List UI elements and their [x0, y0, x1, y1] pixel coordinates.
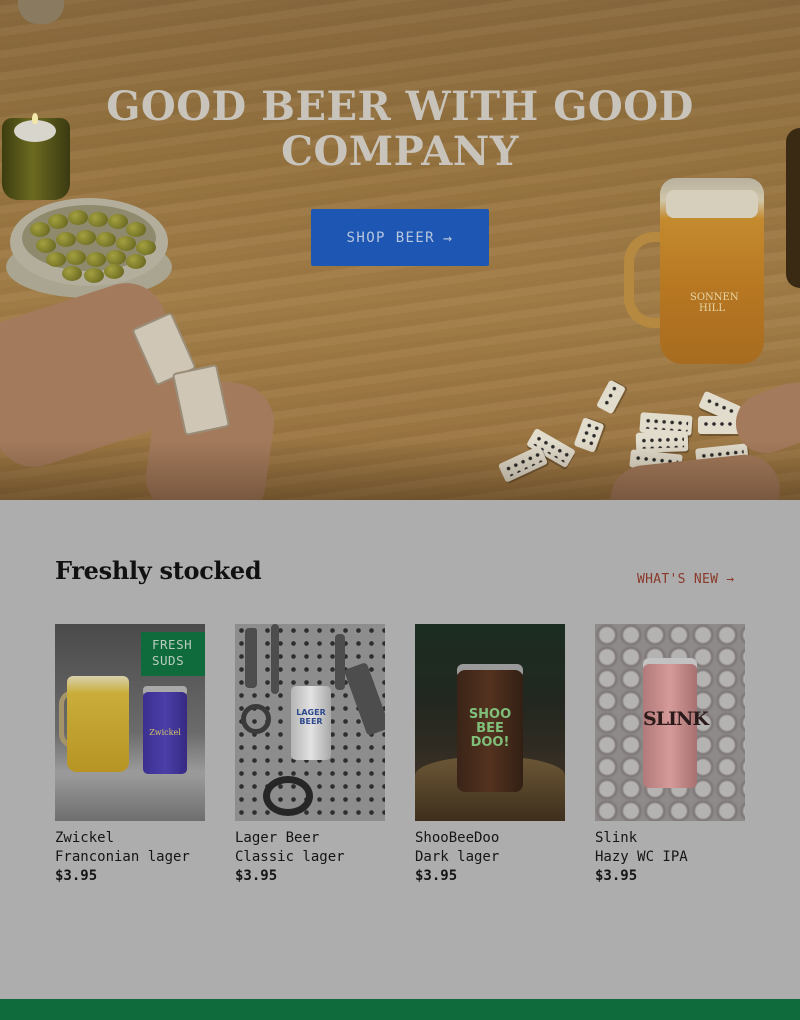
tool: [271, 624, 279, 694]
olive: [48, 214, 68, 229]
product-card-shoobeedoo[interactable]: SHOO BEE DOO! ShooBeeDoo Dark lager $3.9…: [415, 624, 565, 885]
tool: [241, 704, 271, 734]
product-image[interactable]: SLINK: [595, 624, 745, 821]
product-price: $3.95: [595, 868, 638, 884]
olive: [108, 214, 128, 229]
whats-new-link[interactable]: WHAT'S NEW →: [637, 572, 734, 587]
olive: [84, 268, 104, 283]
product-card-lager-beer[interactable]: LAGER BEER Lager Beer Classic lager $3.9…: [235, 624, 385, 885]
olive: [136, 240, 156, 255]
arrow-right-icon: →: [443, 228, 454, 247]
tool: [335, 634, 345, 690]
olive: [30, 222, 50, 237]
product-style: Classic lager: [235, 849, 345, 865]
beer-mug-logo: SONNEN HILL: [690, 292, 739, 314]
olive: [76, 230, 96, 245]
olive: [56, 232, 76, 247]
olive: [96, 232, 116, 247]
product-style: Hazy WC IPA: [595, 849, 688, 865]
olive: [116, 236, 136, 251]
counter: [55, 774, 205, 821]
product-name[interactable]: Zwickel: [55, 829, 205, 848]
product-image[interactable]: Zwickel FRESH SUDS: [55, 624, 205, 821]
hero-title: GOOD BEER WITH GOOD COMPANY: [106, 83, 694, 175]
product-name[interactable]: ShooBeeDoo: [415, 829, 565, 848]
product-style: Dark lager: [415, 849, 500, 865]
product-card-zwickel[interactable]: Zwickel FRESH SUDS Zwickel Franconian la…: [55, 624, 205, 885]
olive: [62, 266, 82, 281]
fresh-suds-badge: FRESH SUDS: [141, 632, 205, 676]
product-price: $3.95: [415, 868, 458, 884]
whats-new-label: WHAT'S NEW: [637, 572, 719, 587]
olive: [104, 264, 124, 279]
olive: [106, 250, 126, 265]
hero-banner: SONNEN HILL GOOD BEER WITH GOOD COMPANY …: [0, 0, 800, 500]
product-name[interactable]: Slink: [595, 829, 745, 848]
shop-beer-button-label: SHOP BEER: [346, 229, 436, 246]
product-style: Franconian lager: [55, 849, 190, 865]
can-label: Zwickel: [149, 728, 181, 737]
hero-bottom-shadow: [0, 440, 800, 500]
product-price: $3.95: [235, 868, 278, 884]
olive: [88, 212, 108, 227]
product-image[interactable]: LAGER BEER: [235, 624, 385, 821]
olive: [86, 252, 106, 267]
can-label: LAGER BEER: [296, 708, 326, 726]
coil: [263, 776, 313, 816]
candle-flame: [32, 113, 38, 124]
product-price: $3.95: [55, 868, 98, 884]
olive: [36, 238, 56, 253]
arrow-right-icon: →: [726, 572, 735, 587]
olive: [66, 250, 86, 265]
can-label: SHOO BEE DOO!: [468, 707, 512, 750]
can-label: SLINK: [643, 708, 709, 730]
product-image[interactable]: SHOO BEE DOO!: [415, 624, 565, 821]
beer-glass: [67, 676, 129, 772]
footer-bar: [0, 999, 800, 1020]
tool: [343, 662, 385, 736]
olive: [68, 210, 88, 225]
product-name[interactable]: Lager Beer: [235, 829, 385, 848]
beer-foam: [666, 190, 758, 218]
shop-beer-button[interactable]: SHOP BEER →: [311, 209, 489, 266]
tool: [245, 628, 257, 688]
olive: [46, 252, 66, 267]
olive: [126, 254, 146, 269]
product-card-slink[interactable]: SLINK Slink Hazy WC IPA $3.95: [595, 624, 745, 885]
section-title: Freshly stocked: [55, 556, 262, 585]
bottle: [786, 128, 800, 288]
olive: [126, 222, 146, 237]
